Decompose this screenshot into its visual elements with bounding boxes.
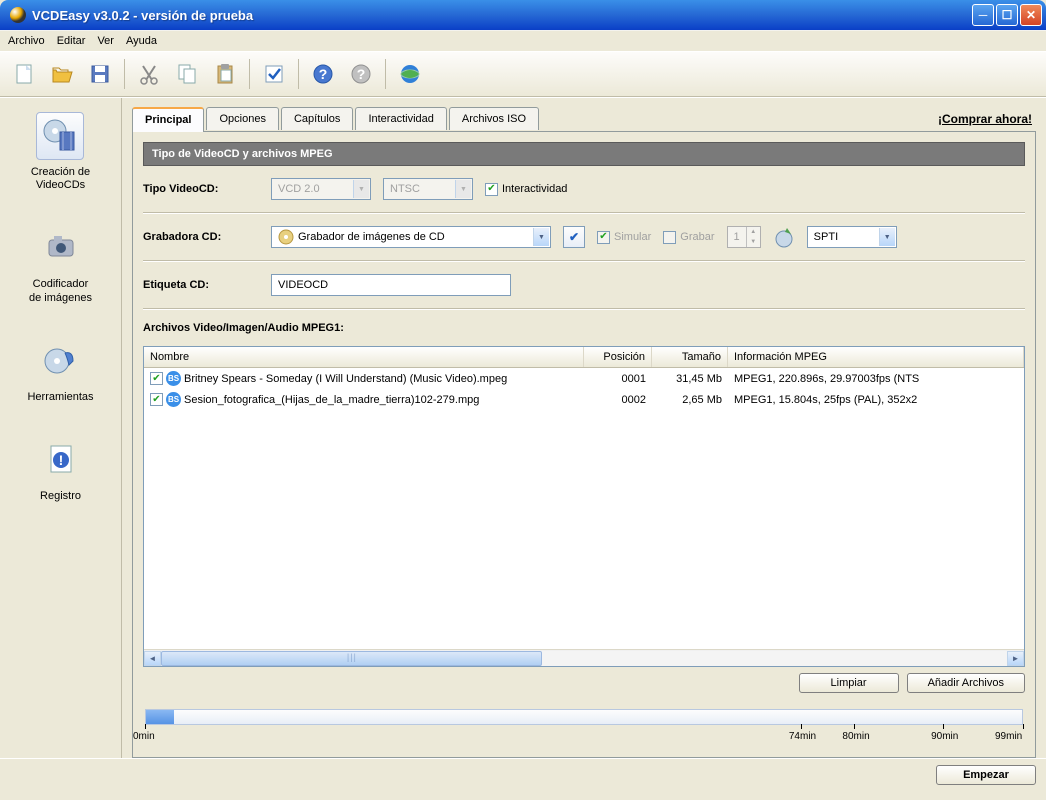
tab-archivos-iso[interactable]: Archivos ISO [449,107,539,130]
verify-recorder-button[interactable]: ✔ [563,226,585,248]
maximize-button[interactable]: ☐ [996,4,1018,26]
web-button[interactable] [392,56,428,92]
svg-text:?: ? [319,66,328,82]
tipo-format-combo: VCD 2.0▼ [271,178,371,200]
timeline-used [146,710,174,724]
menu-ayuda[interactable]: Ayuda [126,35,157,47]
listview-body: ✔BSBritney Spears - Someday (I Will Unde… [144,368,1024,649]
col-tamano[interactable]: Tamaño [652,347,728,367]
chevron-down-icon[interactable]: ▼ [533,228,549,246]
file-type-icon: BS [166,392,181,407]
empezar-button[interactable]: Empezar [936,765,1036,785]
interactividad-checkbox[interactable]: ✔Interactividad [485,183,567,196]
chevron-down-icon: ▼ [353,180,369,198]
open-button[interactable] [44,56,80,92]
help-button[interactable]: ? [305,56,341,92]
copies-spinner: 1▲▼ [727,226,761,248]
svg-text:!: ! [58,452,63,468]
content-area: Principal Opciones Capítulos Interactivi… [122,98,1046,758]
window-title: VCDEasy v3.0.2 - versión de prueba [32,8,253,23]
row-checkbox[interactable]: ✔ [150,372,163,385]
grabar-checkbox: Grabar [663,231,714,244]
cut-button[interactable] [131,56,167,92]
sidebar-label: Herramientas [27,391,93,404]
save-button[interactable] [82,56,118,92]
scroll-right-button[interactable]: ► [1007,651,1024,666]
archivos-label: Archivos Video/Imagen/Audio MPEG1: [143,322,344,334]
disc-timeline: 0min 74min 80min 90min 99min [143,703,1025,747]
menu-archivo[interactable]: Archivo [8,35,45,47]
chevron-down-icon: ▼ [455,180,471,198]
window-titlebar: VCDEasy v3.0.2 - versión de prueba ─ ☐ ✕ [0,0,1046,30]
sidebar-item-registro[interactable]: ! Registro [37,436,85,503]
simular-checkbox: ✔Simular [597,231,651,244]
sidebar-label: Registro [40,490,81,503]
menubar: Archivo Editar Ver Ayuda [0,30,1046,51]
menu-ver[interactable]: Ver [97,35,114,47]
file-type-icon: BS [166,371,181,386]
col-info[interactable]: Información MPEG [728,347,1024,367]
grabadora-label: Grabadora CD: [143,231,259,243]
tab-capitulos[interactable]: Capítulos [281,107,353,130]
help2-button[interactable]: ? [343,56,379,92]
sidebar-label: Creación deVideoCDs [31,166,90,192]
main-panel: Tipo de VideoCD y archivos MPEG Tipo Vid… [132,132,1036,758]
minimize-button[interactable]: ─ [972,4,994,26]
close-button[interactable]: ✕ [1020,4,1042,26]
sidebar-item-creacion[interactable]: Creación deVideoCDs [31,112,90,192]
tab-principal[interactable]: Principal [132,107,204,132]
sidebar-item-herramientas[interactable]: Herramientas [27,337,93,404]
tab-interactividad[interactable]: Interactividad [355,107,446,130]
copy-button[interactable] [169,56,205,92]
file-listview[interactable]: Nombre Posición Tamaño Información MPEG … [143,346,1025,667]
check-button[interactable] [256,56,292,92]
etiqueta-input[interactable] [271,274,511,296]
app-icon [10,7,26,23]
timeline-track [145,709,1023,725]
tipo-videocd-label: Tipo VideoCD: [143,183,259,195]
tab-row: Principal Opciones Capítulos Interactivi… [132,106,1036,132]
buy-now-link[interactable]: ¡Comprar ahora! [938,112,1036,126]
new-button[interactable] [6,56,42,92]
bottom-bar: Empezar [0,758,1046,791]
tab-opciones[interactable]: Opciones [206,107,278,130]
tipo-norm-combo: NTSC▼ [383,178,473,200]
limpiar-button[interactable]: Limpiar [799,673,899,693]
grabadora-combo[interactable]: Grabador de imágenes de CD▼ [271,226,551,248]
col-nombre[interactable]: Nombre [144,347,584,367]
anadir-archivos-button[interactable]: Añadir Archivos [907,673,1025,693]
toolbar: ? ? [0,51,1046,97]
col-posicion[interactable]: Posición [584,347,652,367]
list-item[interactable]: ✔BSSesion_fotografica_(Hijas_de_la_madre… [144,389,1024,410]
scroll-left-button[interactable]: ◄ [144,651,161,666]
etiqueta-label: Etiqueta CD: [143,279,259,291]
burn-icon[interactable] [773,226,795,248]
sidebar-label: Codificadorde imágenes [29,278,92,304]
paste-button[interactable] [207,56,243,92]
listview-header: Nombre Posición Tamaño Información MPEG [144,347,1024,368]
scroll-thumb[interactable] [161,651,542,666]
driver-combo[interactable]: SPTI▼ [807,226,897,248]
svg-text:?: ? [357,66,366,82]
horizontal-scrollbar[interactable]: ◄ ► [144,649,1024,666]
sidebar-item-codificador[interactable]: Codificadorde imágenes [29,224,92,304]
section-header: Tipo de VideoCD y archivos MPEG [143,142,1025,166]
sidebar: Creación deVideoCDs Codificadorde imágen… [0,98,122,758]
row-checkbox[interactable]: ✔ [150,393,163,406]
menu-editar[interactable]: Editar [57,35,86,47]
list-item[interactable]: ✔BSBritney Spears - Someday (I Will Unde… [144,368,1024,389]
chevron-down-icon[interactable]: ▼ [879,228,895,246]
